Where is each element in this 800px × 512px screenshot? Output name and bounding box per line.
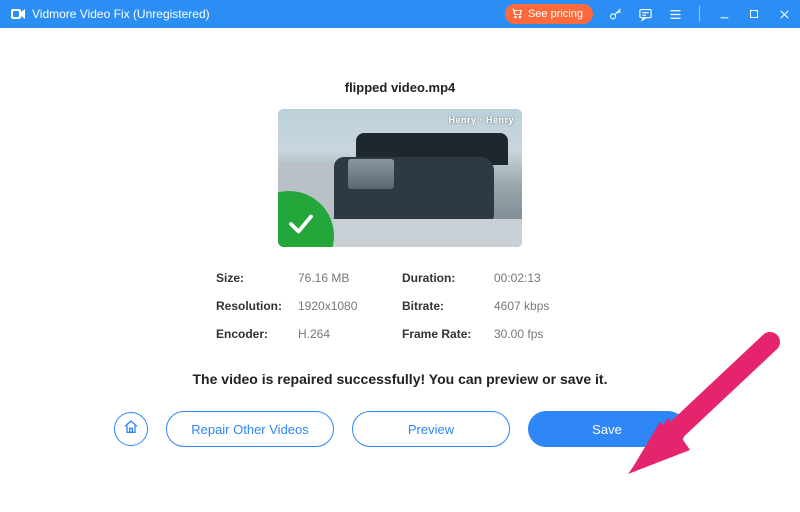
duration-label: Duration: — [402, 271, 490, 285]
size-value: 76.16 MB — [298, 271, 398, 285]
bitrate-value: 4607 kbps — [494, 299, 584, 313]
resolution-value: 1920x1080 — [298, 299, 398, 313]
maximize-button[interactable] — [746, 6, 762, 22]
resolution-label: Resolution: — [216, 299, 294, 313]
status-message: The video is repaired successfully! You … — [193, 371, 608, 387]
file-name: flipped video.mp4 — [345, 80, 456, 95]
home-icon — [123, 419, 139, 440]
minimize-button[interactable] — [716, 6, 732, 22]
video-info: Size: 76.16 MB Duration: 00:02:13 Resolu… — [216, 271, 584, 341]
main-content: flipped video.mp4 Henry · Henry Size: 76… — [0, 28, 800, 512]
size-label: Size: — [216, 271, 294, 285]
pricing-label: See pricing — [528, 8, 583, 20]
see-pricing-button[interactable]: See pricing — [505, 4, 593, 24]
menu-icon[interactable] — [667, 6, 683, 22]
separator — [699, 6, 700, 22]
cart-icon — [511, 7, 523, 22]
repair-other-videos-button[interactable]: Repair Other Videos — [166, 411, 334, 447]
home-button[interactable] — [114, 412, 148, 446]
app-title: Vidmore Video Fix (Unregistered) — [32, 7, 210, 21]
app-logo-icon — [10, 6, 26, 22]
bitrate-label: Bitrate: — [402, 299, 490, 313]
close-button[interactable] — [776, 6, 792, 22]
titlebar: Vidmore Video Fix (Unregistered) See pri… — [0, 0, 800, 28]
encoder-value: H.264 — [298, 327, 398, 341]
encoder-label: Encoder: — [216, 327, 294, 341]
duration-value: 00:02:13 — [494, 271, 584, 285]
action-row: Repair Other Videos Preview Save — [114, 411, 686, 447]
preview-button[interactable]: Preview — [352, 411, 510, 447]
feedback-icon[interactable] — [637, 6, 653, 22]
framerate-label: Frame Rate: — [402, 327, 490, 341]
thumb-watermark: Henry · Henry — [448, 115, 514, 125]
save-button[interactable]: Save — [528, 411, 686, 447]
key-icon[interactable] — [607, 6, 623, 22]
video-thumbnail[interactable]: Henry · Henry — [278, 109, 522, 247]
framerate-value: 30.00 fps — [494, 327, 584, 341]
